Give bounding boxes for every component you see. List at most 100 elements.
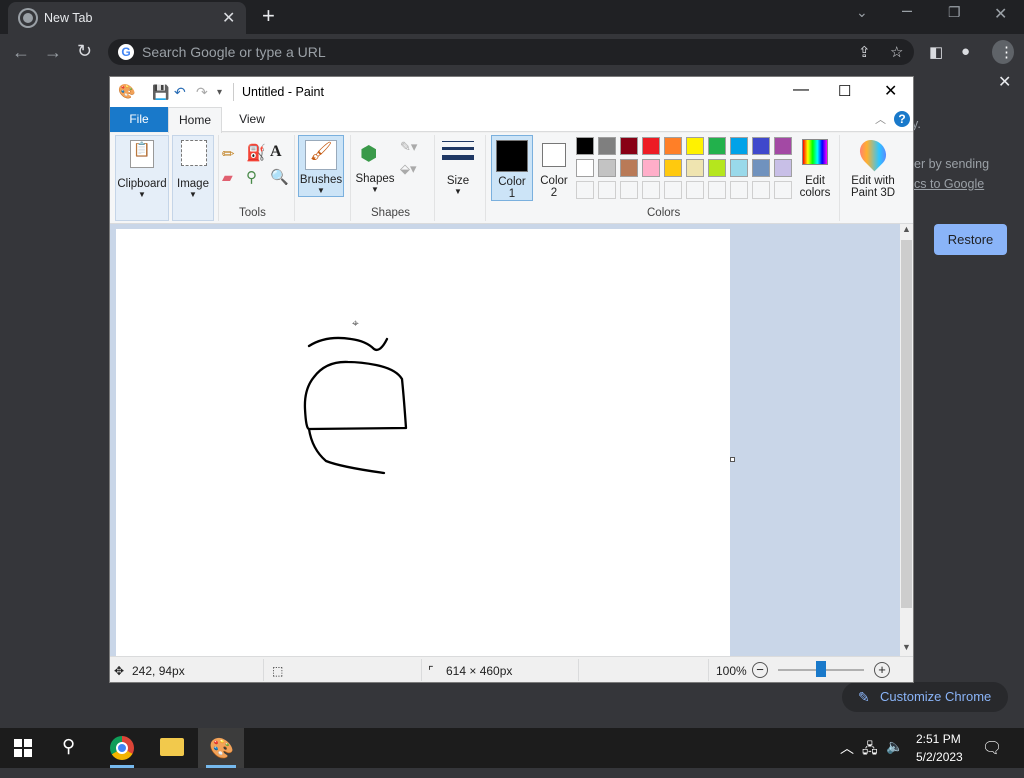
palette-swatch[interactable] <box>730 159 748 177</box>
palette-swatch[interactable] <box>686 181 704 199</box>
forward-icon[interactable]: → <box>44 42 62 63</box>
palette-swatch[interactable] <box>774 159 792 177</box>
pencil-tool-icon[interactable]: ✏ <box>222 145 235 163</box>
tab-view[interactable]: View <box>222 107 282 132</box>
palette-swatch[interactable] <box>620 159 638 177</box>
zoom-out-icon[interactable]: − <box>752 662 768 678</box>
color2-button[interactable]: Color 2 <box>534 135 574 201</box>
fill-shape-icon[interactable]: ⬙▾ <box>400 161 417 177</box>
palette-swatch[interactable] <box>708 181 726 199</box>
palette-swatch[interactable] <box>642 137 660 155</box>
tab-file[interactable]: File <box>110 107 168 132</box>
shapes-button[interactable]: ⬢ Shapes ▼ <box>354 135 396 197</box>
palette-swatch[interactable] <box>774 181 792 199</box>
palette-swatch[interactable] <box>686 159 704 177</box>
palette-swatch[interactable] <box>598 159 616 177</box>
tab-home[interactable]: Home <box>168 107 222 133</box>
close-window-icon[interactable]: ✕ <box>994 4 1007 24</box>
palette-swatch[interactable] <box>576 181 594 199</box>
zoom-in-icon[interactable]: + <box>874 662 890 678</box>
paint-taskbar-button[interactable]: 🎨 <box>198 728 244 768</box>
undo-icon[interactable]: ↶ <box>174 84 186 101</box>
palette-swatch[interactable] <box>752 137 770 155</box>
panel-link[interactable]: cs to Google <box>914 177 984 191</box>
file-explorer-icon[interactable] <box>160 738 184 756</box>
scroll-down-icon[interactable]: ▼ <box>902 642 911 652</box>
palette-swatch[interactable] <box>686 137 704 155</box>
start-button[interactable] <box>14 728 34 768</box>
palette-swatch[interactable] <box>576 159 594 177</box>
collapse-ribbon-icon[interactable]: ︿ <box>875 111 886 127</box>
palette-swatch[interactable] <box>774 137 792 155</box>
palette-swatch[interactable] <box>708 137 726 155</box>
reload-icon[interactable]: ↻ <box>77 41 92 62</box>
scroll-thumb[interactable] <box>901 240 912 608</box>
clipboard-button[interactable]: 📋 Clipboard ▼ <box>115 135 169 221</box>
search-icon[interactable]: ⚲ <box>62 736 75 776</box>
palette-swatch[interactable] <box>598 181 616 199</box>
paint-maximize-icon[interactable]: ☐ <box>838 82 851 100</box>
tab-search-icon[interactable]: ⌄ <box>856 4 868 21</box>
color1-button[interactable]: Color 1 <box>491 135 533 201</box>
save-icon[interactable]: 💾 <box>152 84 169 101</box>
side-panel-icon[interactable]: ◧ <box>929 43 943 61</box>
palette-swatch[interactable] <box>664 181 682 199</box>
color-picker-icon[interactable]: ⚲ <box>246 168 257 186</box>
browser-tab[interactable]: New Tab ✕ <box>8 2 246 34</box>
resize-handle[interactable] <box>730 457 735 462</box>
outline-icon[interactable]: ✎▾ <box>400 139 417 155</box>
palette-swatch[interactable] <box>598 137 616 155</box>
minimize-icon[interactable]: – <box>902 0 912 21</box>
paint-close-icon[interactable]: ✕ <box>884 81 897 101</box>
brushes-button[interactable]: 🖌 Brushes ▼ <box>298 135 344 197</box>
edit-colors-button[interactable]: Edit colors <box>798 135 832 205</box>
magnifier-icon[interactable]: 🔍 <box>270 168 289 186</box>
redo-icon[interactable]: ↷ <box>196 84 208 101</box>
image-button[interactable]: Image ▼ <box>172 135 214 221</box>
share-icon[interactable]: ⇪ <box>858 43 871 61</box>
drawing-canvas[interactable]: ⌖ <box>116 229 730 657</box>
palette-swatch[interactable] <box>642 159 660 177</box>
profile-icon[interactable]: ● <box>961 43 970 60</box>
text-tool-icon[interactable]: A <box>270 143 282 161</box>
scroll-up-icon[interactable]: ▲ <box>902 224 911 234</box>
vertical-scrollbar[interactable]: ▲ ▼ <box>900 224 913 656</box>
palette-swatch[interactable] <box>664 137 682 155</box>
clock-date[interactable]: 5/2/2023 <box>916 750 963 764</box>
notification-icon[interactable]: 🗨 <box>982 738 1002 778</box>
chrome-taskbar-icon[interactable] <box>110 736 134 760</box>
fill-tool-icon[interactable]: ⛽ <box>246 143 266 163</box>
new-tab-icon[interactable]: + <box>262 5 275 27</box>
palette-swatch[interactable] <box>730 181 748 199</box>
zoom-slider-thumb[interactable] <box>816 661 826 677</box>
customize-chrome-button[interactable]: ✎ Customize Chrome <box>842 682 1008 712</box>
omnibox[interactable]: G Search Google or type a URL <box>108 39 914 65</box>
palette-swatch[interactable] <box>708 159 726 177</box>
panel-close-icon[interactable]: ✕ <box>998 72 1011 92</box>
palette-swatch[interactable] <box>752 181 770 199</box>
volume-icon[interactable]: 🔈 <box>886 738 903 778</box>
edit-with-paint3d-button[interactable]: Edit with Paint 3D <box>843 134 903 205</box>
show-hidden-icons[interactable]: ︿ <box>840 738 854 778</box>
palette-swatch[interactable] <box>642 181 660 199</box>
network-icon[interactable]: 🖧 <box>862 738 878 778</box>
palette-swatch[interactable] <box>752 159 770 177</box>
help-icon[interactable]: ? <box>894 111 910 127</box>
size-button[interactable]: Size ▼ <box>438 135 480 205</box>
restore-window-icon[interactable]: ❐ <box>948 4 961 21</box>
back-icon[interactable]: ← <box>12 42 30 63</box>
tab-close-icon[interactable]: ✕ <box>222 8 235 28</box>
restore-button[interactable]: Restore <box>934 224 1007 255</box>
customize-qat-icon[interactable]: ▾ <box>217 87 222 98</box>
eraser-tool-icon[interactable]: ▰ <box>222 169 233 186</box>
palette-swatch[interactable] <box>730 137 748 155</box>
palette-swatch[interactable] <box>664 159 682 177</box>
clock-time[interactable]: 2:51 PM <box>916 732 961 746</box>
color1-swatch <box>496 140 528 172</box>
bookmark-star-icon[interactable]: ☆ <box>890 43 903 61</box>
palette-swatch[interactable] <box>576 137 594 155</box>
more-vert-icon[interactable]: ⋮ <box>999 43 1014 61</box>
palette-swatch[interactable] <box>620 181 638 199</box>
palette-swatch[interactable] <box>620 137 638 155</box>
paint-minimize-icon[interactable]: — <box>793 81 809 99</box>
